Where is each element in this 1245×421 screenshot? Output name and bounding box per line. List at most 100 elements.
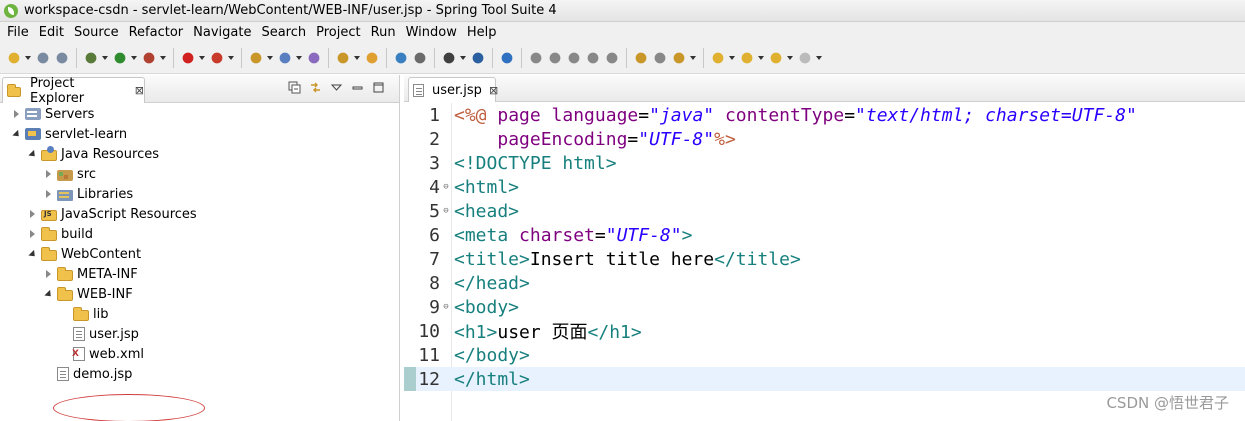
code-line[interactable]: 6 <meta charset="UTF-8"> <box>404 223 1245 247</box>
tree-item-servlet-learn[interactable]: servlet-learn <box>0 124 398 144</box>
tree-item-servers[interactable]: Servers <box>0 104 398 124</box>
last-edit-icon[interactable] <box>739 49 755 66</box>
code-line[interactable]: 5 ⊖ <head> <box>404 199 1245 223</box>
dropdown-arrow-icon[interactable] <box>460 50 467 66</box>
next-annotation-icon[interactable] <box>671 49 687 66</box>
expanded-arrow-icon[interactable] <box>28 149 38 159</box>
fold-toggle-icon[interactable]: ⊖ <box>440 182 452 192</box>
tree-item-java-resources[interactable]: Java Resources <box>0 144 398 164</box>
menu-file[interactable]: File <box>2 25 34 40</box>
tree-item-src[interactable]: src <box>0 164 398 184</box>
fold-toggle-icon[interactable]: ⊖ <box>440 302 452 312</box>
dropdown-arrow-icon[interactable] <box>729 50 736 66</box>
tree-item-demo-jsp[interactable]: demo.jsp <box>0 364 398 384</box>
dropdown-arrow-icon[interactable] <box>690 50 697 66</box>
save-icon[interactable] <box>35 49 51 66</box>
tree-item-build[interactable]: build <box>0 224 398 244</box>
dropdown-arrow-icon[interactable] <box>787 50 794 66</box>
debug-icon[interactable] <box>83 49 99 66</box>
console-icon[interactable] <box>470 49 486 66</box>
collapsed-arrow-icon[interactable] <box>44 189 54 199</box>
new-project-icon[interactable] <box>248 49 264 66</box>
dropdown-arrow-icon[interactable] <box>25 50 32 66</box>
step-over-icon[interactable] <box>633 49 649 66</box>
menu-source[interactable]: Source <box>69 25 124 40</box>
dropdown-arrow-icon[interactable] <box>354 50 361 66</box>
expanded-arrow-icon[interactable] <box>12 129 22 139</box>
code-line[interactable]: 7 <title>Insert title here</title> <box>404 247 1245 271</box>
close-icon[interactable]: ⊠ <box>489 84 498 97</box>
save-all-icon[interactable] <box>54 49 70 66</box>
code-line[interactable]: 1 <%@ page language="java" contentType="t… <box>404 103 1245 127</box>
code-line[interactable]: 10 <h1>user 页面</h1> <box>404 319 1245 344</box>
prev-annotation-icon[interactable] <box>710 49 726 66</box>
dropdown-arrow-icon[interactable] <box>160 50 167 66</box>
menu-refactor[interactable]: Refactor <box>124 25 189 40</box>
fold-toggle-icon[interactable]: ⊖ <box>440 206 452 216</box>
code-line[interactable]: 8 </head> <box>404 271 1245 295</box>
tree-item-javascript-resources[interactable]: JavaScript Resources <box>0 204 398 224</box>
menu-project[interactable]: Project <box>311 25 365 40</box>
deploy-icon[interactable] <box>209 49 225 66</box>
close-icon[interactable]: ⊠ <box>135 84 144 97</box>
expanded-arrow-icon[interactable] <box>44 289 54 299</box>
run-icon[interactable] <box>112 49 128 66</box>
dropdown-arrow-icon[interactable] <box>758 50 765 66</box>
menu-help[interactable]: Help <box>462 25 502 40</box>
maximize-icon[interactable] <box>372 81 385 94</box>
step-return-icon[interactable] <box>652 49 668 66</box>
new-class-icon[interactable] <box>277 49 293 66</box>
collapsed-arrow-icon[interactable] <box>28 229 38 239</box>
menu-navigate[interactable]: Navigate <box>188 25 256 40</box>
code-line[interactable]: 3 <!DOCTYPE html> <box>404 151 1245 175</box>
tree-item-user-jsp[interactable]: user.jsp <box>0 324 398 344</box>
new-icon[interactable] <box>6 49 22 66</box>
menu-run[interactable]: Run <box>366 25 401 40</box>
collapsed-arrow-icon[interactable] <box>44 169 54 179</box>
disconnect-icon[interactable] <box>585 49 601 66</box>
stop-icon[interactable] <box>180 49 196 66</box>
collapse-all-icon[interactable] <box>288 81 301 94</box>
web-browser-icon[interactable] <box>393 49 409 66</box>
dropdown-arrow-icon[interactable] <box>102 50 109 66</box>
step-into-icon[interactable] <box>604 49 620 66</box>
menu-search[interactable]: Search <box>256 25 311 40</box>
dropdown-arrow-icon[interactable] <box>267 50 274 66</box>
tree-item-libraries[interactable]: Libraries <box>0 184 398 204</box>
collapsed-arrow-icon[interactable] <box>44 269 54 279</box>
dropdown-arrow-icon[interactable] <box>816 50 823 66</box>
tab-project-explorer[interactable]: Project Explorer ⊠ <box>2 76 145 106</box>
tree-item-meta-inf[interactable]: META-INF <box>0 264 398 284</box>
run-external-icon[interactable] <box>141 49 157 66</box>
forward-icon[interactable] <box>797 49 813 66</box>
collapsed-arrow-icon[interactable] <box>28 209 38 219</box>
tree-item-web-xml[interactable]: web.xml <box>0 344 398 364</box>
code-line[interactable]: 2 pageEncoding="UTF-8"%> <box>404 127 1245 151</box>
dropdown-arrow-icon[interactable] <box>296 50 303 66</box>
back-icon[interactable] <box>768 49 784 66</box>
open-resource-icon[interactable] <box>364 49 380 66</box>
search-icon[interactable] <box>412 49 428 66</box>
menu-window[interactable]: Window <box>401 25 462 40</box>
code-line[interactable]: 11 </body> <box>404 343 1245 367</box>
open-task-icon[interactable] <box>335 49 351 66</box>
code-line[interactable]: 4 ⊖ <html> <box>404 175 1245 199</box>
resume-icon[interactable] <box>528 49 544 66</box>
skip-breakpoints-icon[interactable] <box>499 49 515 66</box>
code-editor[interactable]: 1 <%@ page language="java" contentType="t… <box>404 103 1245 391</box>
dropdown-arrow-icon[interactable] <box>199 50 206 66</box>
tree-item-webcontent[interactable]: WebContent <box>0 244 398 264</box>
dropdown-arrow-icon[interactable] <box>131 50 138 66</box>
tree-item-web-inf[interactable]: WEB-INF <box>0 284 398 304</box>
collapsed-arrow-icon[interactable] <box>12 109 22 119</box>
tree-item-lib[interactable]: lib <box>0 304 398 324</box>
dropdown-arrow-icon[interactable] <box>228 50 235 66</box>
open-type-icon[interactable] <box>306 49 322 66</box>
perspective-icon[interactable] <box>441 49 457 66</box>
menu-edit[interactable]: Edit <box>34 25 69 40</box>
code-line[interactable]: 12 </html> <box>404 367 1245 391</box>
terminate-icon[interactable] <box>566 49 582 66</box>
minimize-icon[interactable] <box>351 81 364 94</box>
link-with-editor-icon[interactable] <box>309 81 322 94</box>
expanded-arrow-icon[interactable] <box>28 249 38 259</box>
